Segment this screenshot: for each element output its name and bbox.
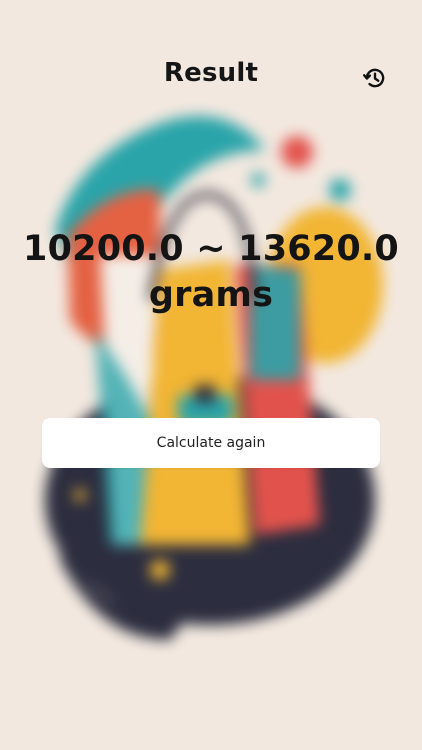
result-value: 10200.0 ~ 13620.0 grams: [23, 229, 399, 315]
history-icon: [362, 68, 385, 88]
page-title: Result: [163, 58, 259, 88]
background-illustration: [45, 116, 383, 640]
calculate-again-button[interactable]: Calculate again: [42, 418, 380, 468]
history-button[interactable]: [360, 63, 390, 93]
